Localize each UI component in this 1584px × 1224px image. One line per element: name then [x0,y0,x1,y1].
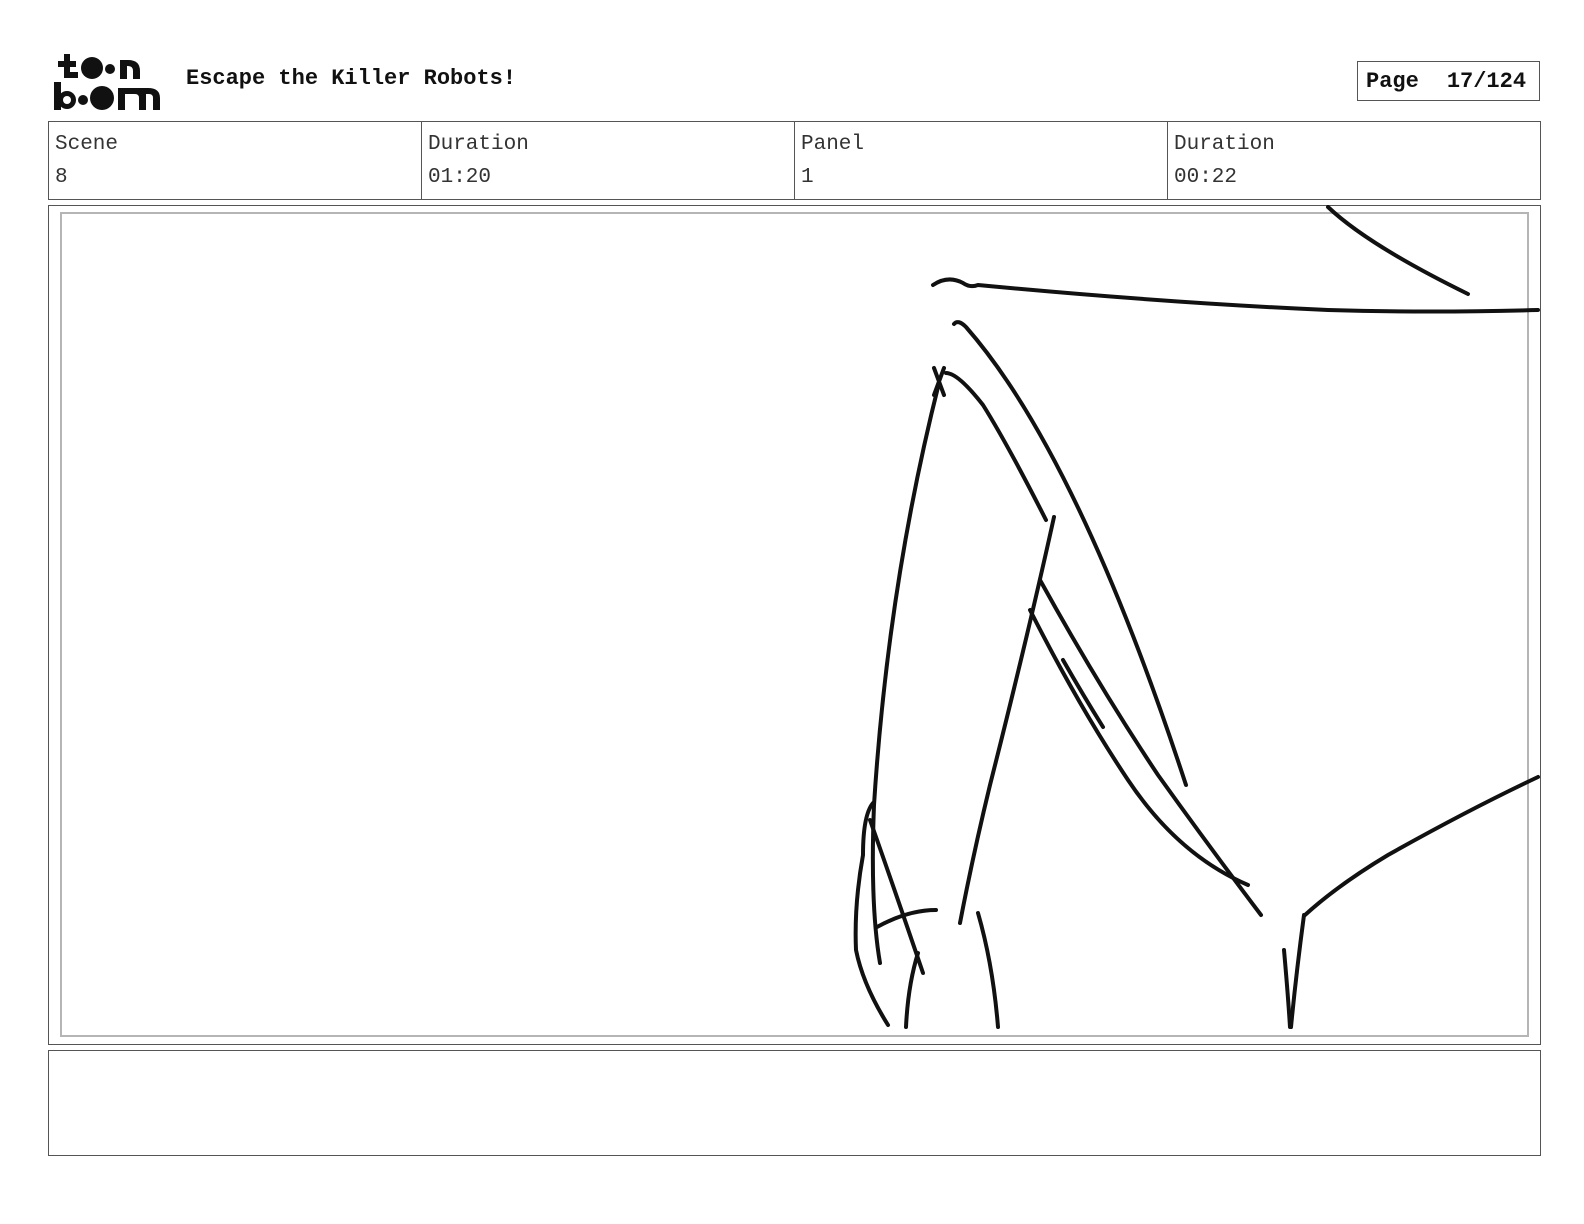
sketch-drawing [853,205,1540,1029]
panel-value: 1 [801,166,814,189]
panel-label: Panel [801,133,865,156]
scene-cell: Scene 8 [49,122,422,199]
scene-value: 8 [55,166,68,189]
document-title: Escape the Killer Robots! [186,66,517,91]
toonboom-logo [52,52,164,112]
toonboom-logo-icon [54,54,160,110]
scene-label: Scene [55,133,119,156]
page-label: Page [1366,68,1419,94]
panel-duration-label: Duration [1174,133,1275,156]
scene-duration-label: Duration [428,133,529,156]
panel-duration-cell: Duration 00:22 [1168,122,1540,199]
panel-notes-box[interactable] [48,1050,1541,1156]
scene-duration-cell: Duration 01:20 [422,122,795,199]
page-number: 17/124 [1446,68,1527,94]
panel-cell: Panel 1 [795,122,1168,199]
panel-sketch [48,205,1541,1045]
scene-info-table: Scene 8 Duration 01:20 Panel 1 Duration … [48,121,1541,200]
scene-duration-value: 01:20 [428,166,492,189]
panel-duration-value: 00:22 [1174,166,1238,189]
page-indicator: Page 17/124 [1357,61,1540,101]
